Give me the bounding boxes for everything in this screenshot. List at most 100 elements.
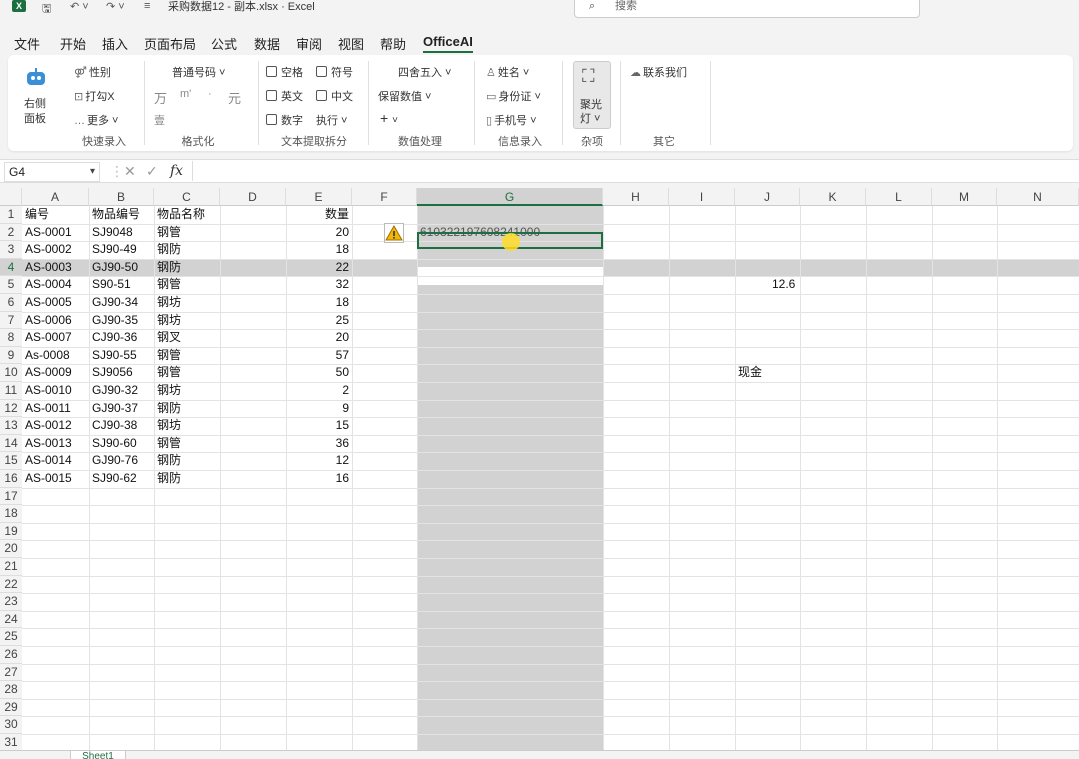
tab-data[interactable]: 数据 — [254, 34, 280, 53]
column-header-b[interactable]: B — [89, 188, 154, 206]
customize-toolbar-icon[interactable]: ≡ — [144, 0, 150, 12]
cell-e7[interactable]: 25 — [289, 312, 349, 329]
uppercase-number-button[interactable]: 壹 — [154, 112, 165, 128]
column-header-d[interactable]: D — [220, 188, 286, 206]
space-checkbox[interactable]: 空格 — [266, 64, 303, 80]
cell-a8[interactable]: AS-0007 — [25, 329, 72, 346]
tab-officeai[interactable]: OfficeAI — [423, 34, 473, 53]
undo-icon[interactable]: ↶ ˅ — [70, 0, 89, 13]
row-header-8[interactable]: 8 — [0, 329, 22, 347]
cell-a9[interactable]: As-0008 — [25, 347, 70, 364]
cell-a11[interactable]: AS-0010 — [25, 382, 72, 399]
cell-b11[interactable]: GJ90-32 — [92, 382, 138, 399]
row-header-20[interactable]: 20 — [0, 540, 22, 558]
confirm-icon[interactable]: ✓ — [146, 163, 158, 180]
cell-b14[interactable]: SJ90-60 — [92, 435, 137, 452]
cell-a15[interactable]: AS-0014 — [25, 452, 72, 469]
row-header-9[interactable]: 9 — [0, 346, 22, 365]
row-header-1[interactable]: 1 — [0, 206, 22, 224]
column-header-a[interactable]: A — [22, 188, 89, 206]
cell-e10[interactable]: 50 — [289, 364, 349, 381]
cell-e2[interactable]: 20 — [289, 224, 349, 241]
wan-button[interactable]: 万 — [154, 88, 167, 107]
tab-home[interactable]: 开始 — [60, 34, 86, 53]
cell-c3[interactable]: 钢防 — [157, 241, 181, 258]
cell-b3[interactable]: SJ90-49 — [92, 241, 137, 258]
cell-b2[interactable]: SJ9048 — [92, 224, 133, 241]
row-header-26[interactable]: 26 — [0, 646, 22, 664]
cell-a6[interactable]: AS-0005 — [25, 294, 72, 311]
cell-a2[interactable]: AS-0001 — [25, 224, 72, 241]
cell-e9[interactable]: 57 — [289, 347, 349, 364]
tab-insert[interactable]: 插入 — [102, 34, 128, 53]
tab-review[interactable]: 审阅 — [296, 34, 322, 53]
row-header-23[interactable]: 23 — [0, 593, 22, 611]
row-header-11[interactable]: 11 — [0, 382, 22, 400]
cell-a5[interactable]: AS-0004 — [25, 276, 72, 293]
cell-e11[interactable]: 2 — [289, 382, 349, 399]
column-header-l[interactable]: L — [866, 188, 932, 206]
cell-b6[interactable]: GJ90-34 — [92, 294, 138, 311]
cell-j10[interactable]: 现金 — [738, 364, 762, 381]
column-header-i[interactable]: I — [669, 188, 735, 206]
cell-e1[interactable]: 数量 — [289, 206, 349, 223]
row-header-5[interactable]: 5 — [0, 276, 22, 294]
search-box[interactable]: ⌕ 搜索 — [574, 0, 920, 18]
cell-b13[interactable]: CJ90-38 — [92, 417, 137, 434]
cell-c4[interactable]: 钢防 — [157, 259, 181, 276]
row-header-22[interactable]: 22 — [0, 575, 22, 594]
row-header-12[interactable]: 12 — [0, 399, 22, 418]
cell-b15[interactable]: GJ90-76 — [92, 452, 138, 469]
cell-c8[interactable]: 钢叉 — [157, 329, 181, 346]
row-header-27[interactable]: 27 — [0, 663, 22, 682]
cell-b1[interactable]: 物品编号 — [92, 206, 140, 223]
cell-a10[interactable]: AS-0009 — [25, 364, 72, 381]
chinese-checkbox[interactable]: 中文 — [316, 88, 353, 104]
tab-page-layout[interactable]: 页面布局 — [144, 34, 196, 53]
cell-a7[interactable]: AS-0006 — [25, 312, 72, 329]
symbol-checkbox[interactable]: 符号 — [316, 64, 353, 80]
cell-e5[interactable]: 32 — [289, 276, 349, 293]
row-header-24[interactable]: 24 — [0, 610, 22, 629]
insert-function-button[interactable]: fx — [170, 163, 183, 179]
redo-icon[interactable]: ↷ ˅ — [106, 0, 125, 13]
row-header-13[interactable]: 13 — [0, 417, 22, 435]
yuan-button[interactable]: 元 — [228, 88, 241, 107]
column-header-k[interactable]: K — [800, 188, 866, 206]
spotlight-button[interactable]: ⛶ 聚光 灯 ˅ — [573, 61, 611, 129]
row-header-31[interactable]: 31 — [0, 734, 22, 752]
cell-a14[interactable]: AS-0013 — [25, 435, 72, 452]
cell-c6[interactable]: 钢坊 — [157, 294, 181, 311]
tab-formulas[interactable]: 公式 — [211, 34, 237, 53]
cell-a12[interactable]: AS-0011 — [25, 400, 71, 417]
name-button[interactable]: ♙ 姓名 ˅ — [486, 64, 529, 80]
row-header-18[interactable]: 18 — [0, 505, 22, 523]
tab-help[interactable]: 帮助 — [380, 34, 406, 53]
cell-a16[interactable]: AS-0015 — [25, 470, 72, 487]
english-checkbox[interactable]: 英文 — [266, 88, 303, 104]
keep-value-button[interactable]: 保留数值 ˅ — [378, 88, 431, 104]
name-box[interactable]: G4 ▾ — [4, 162, 100, 182]
cell-e16[interactable]: 16 — [289, 470, 349, 487]
select-all-corner[interactable] — [0, 188, 22, 206]
cell-c13[interactable]: 钢坊 — [157, 417, 181, 434]
cell-e3[interactable]: 18 — [289, 241, 349, 258]
column-header-e[interactable]: E — [286, 188, 352, 206]
cell-e8[interactable]: 20 — [289, 329, 349, 346]
cell-c16[interactable]: 钢防 — [157, 470, 181, 487]
cell-c12[interactable]: 钢防 — [157, 400, 181, 417]
cell-c5[interactable]: 钢管 — [157, 276, 181, 293]
row-header-14[interactable]: 14 — [0, 434, 22, 453]
cell-e6[interactable]: 18 — [289, 294, 349, 311]
contact-us-button[interactable]: ☁ 联系我们 — [630, 64, 687, 80]
cell-c14[interactable]: 钢管 — [157, 435, 181, 452]
cell-b7[interactable]: GJ90-35 — [92, 312, 138, 329]
row-header-15[interactable]: 15 — [0, 452, 22, 470]
cell-e13[interactable]: 15 — [289, 417, 349, 434]
spreadsheet-grid[interactable]: A B C D E F G H I J K L M N 1 2 3 4 5 6 7 8 9 10 11 12 13 14 15 16 17 1… — [0, 188, 1079, 758]
cancel-icon[interactable]: ✕ — [124, 163, 136, 180]
cell-j5[interactable]: 12.6 — [772, 276, 795, 293]
execute-button[interactable]: 执行 ˅ — [316, 112, 347, 128]
cell-e4[interactable]: 22 — [289, 259, 349, 276]
column-header-g[interactable]: G — [417, 188, 603, 206]
